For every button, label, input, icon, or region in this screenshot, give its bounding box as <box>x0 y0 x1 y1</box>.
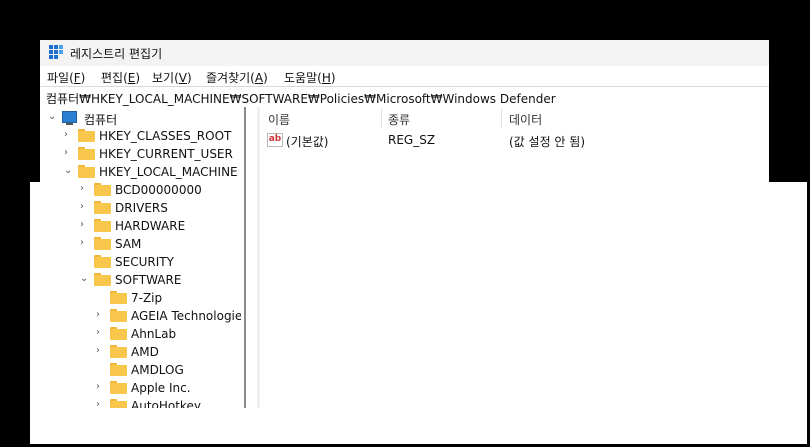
key-tree-pane: ⌄ 컴퓨터 › HKEY_CLASSES_ROOT › HKEY_CURRENT… <box>40 107 241 408</box>
tree-node[interactable]: ⌄ HKEY_LOCAL_MACHINE <box>40 163 240 181</box>
menu-edit[interactable]: 편집(E) <box>101 69 140 86</box>
computer-icon <box>62 111 77 125</box>
value-type: REG_SZ <box>388 133 436 147</box>
folder-icon <box>94 219 111 232</box>
value-row[interactable]: ab (기본값) REG_SZ (값 설정 안 됨) <box>260 131 769 149</box>
tree-scrollbar[interactable] <box>241 107 257 408</box>
tree-node[interactable]: AMDLOG <box>40 361 240 379</box>
tree-node[interactable]: › DRIVERS <box>40 199 240 217</box>
tree-node[interactable]: › AMD <box>40 343 240 361</box>
tree-node[interactable]: 7-Zip <box>40 289 240 307</box>
tree-node-label: AMDLOG <box>131 363 184 377</box>
tree-node-label: HKEY_CLASSES_ROOT <box>99 129 232 143</box>
tree-node[interactable]: › BCD00000000 <box>40 181 240 199</box>
folder-icon <box>110 345 127 358</box>
folder-icon <box>94 273 111 286</box>
folder-icon <box>94 255 111 268</box>
value-name: (기본값) <box>286 135 329 149</box>
column-divider[interactable] <box>381 109 382 127</box>
menu-favorites[interactable]: 즐겨찾기(A) <box>206 69 268 86</box>
tree-node[interactable]: › Apple Inc. <box>40 379 240 397</box>
chevron-down-icon[interactable]: ⌄ <box>80 274 90 284</box>
folder-icon <box>110 327 127 340</box>
chevron-right-icon[interactable]: › <box>96 328 106 338</box>
column-header-name[interactable]: 이름 <box>268 111 290 128</box>
chevron-right-icon[interactable]: › <box>80 220 90 230</box>
tree-node[interactable]: › SAM <box>40 235 240 253</box>
folder-icon <box>94 237 111 250</box>
tree-node[interactable]: › HARDWARE <box>40 217 240 235</box>
folder-icon <box>110 363 127 376</box>
menu-bar: 파일(F) 편집(E) 보기(V) 즐겨찾기(A) 도움말(H) <box>40 66 769 86</box>
folder-icon <box>110 381 127 394</box>
menu-help[interactable]: 도움말(H) <box>284 69 336 86</box>
title-bar[interactable]: 레지스트리 편집기 <box>40 40 769 66</box>
column-header-data[interactable]: 데이터 <box>509 111 542 128</box>
folder-icon <box>110 309 127 322</box>
chevron-right-icon[interactable]: › <box>80 238 90 248</box>
chevron-right-icon[interactable]: › <box>96 382 106 392</box>
folder-icon <box>78 129 95 142</box>
folder-icon <box>94 183 111 196</box>
registry-editor-icon <box>49 45 63 59</box>
tree-node[interactable]: › AGEIA Technologies <box>40 307 241 325</box>
tree-node-label: AutoHotkey <box>131 399 201 408</box>
chevron-right-icon[interactable]: › <box>96 400 106 409</box>
scrollbar-thumb[interactable] <box>244 107 246 408</box>
chevron-right-icon[interactable]: › <box>64 130 74 140</box>
tree-node[interactable]: › HKEY_CURRENT_USER <box>40 145 240 163</box>
tree-node[interactable]: SECURITY <box>40 253 240 271</box>
tree-node-label: AMD <box>131 345 159 359</box>
tree-node-label: SOFTWARE <box>115 273 182 287</box>
tree-node-label: BCD00000000 <box>115 183 202 197</box>
folder-icon <box>78 147 95 160</box>
tree-node-label: DRIVERS <box>115 201 168 215</box>
tree-node-label: SAM <box>115 237 142 251</box>
menu-view[interactable]: 보기(V) <box>152 69 192 86</box>
chevron-down-icon[interactable]: ⌄ <box>48 112 58 122</box>
chevron-right-icon[interactable]: › <box>80 202 90 212</box>
tree-node[interactable]: › HKEY_CLASSES_ROOT <box>40 127 240 145</box>
chevron-right-icon[interactable]: › <box>64 148 74 158</box>
column-divider[interactable] <box>501 109 502 127</box>
value-data: (값 설정 안 됨) <box>509 135 586 149</box>
chevron-right-icon[interactable]: › <box>96 346 106 356</box>
tree-node-label: AhnLab <box>131 327 177 341</box>
window-title: 레지스트리 편집기 <box>70 47 163 61</box>
tree-node-label: HKEY_LOCAL_MACHINE <box>99 165 238 179</box>
tree-node[interactable]: › AutoHotkey <box>40 397 240 408</box>
menu-file[interactable]: 파일(F) <box>47 69 85 86</box>
folder-icon <box>110 291 127 304</box>
chevron-down-icon[interactable]: ⌄ <box>64 166 74 176</box>
folder-icon <box>78 165 95 178</box>
tree-node-label: HKEY_CURRENT_USER <box>99 147 233 161</box>
tree-node[interactable]: ⌄ SOFTWARE <box>40 271 240 289</box>
folder-icon <box>94 201 111 214</box>
registry-editor-window: 레지스트리 편집기 파일(F) 편집(E) 보기(V) 즐겨찾기(A) 도움말(… <box>40 40 769 408</box>
chevron-right-icon[interactable]: › <box>80 184 90 194</box>
tree-node-label: HARDWARE <box>115 219 186 233</box>
values-list-pane: 이름 종류 데이터 ab (기본값) REG_SZ (값 설정 안 됨) <box>260 107 769 408</box>
string-value-icon: ab <box>267 133 283 147</box>
tree-node-label: AGEIA Technologies <box>131 309 241 323</box>
tree-node-computer[interactable]: ⌄ 컴퓨터 <box>40 109 240 127</box>
address-bar[interactable]: 컴퓨터₩HKEY_LOCAL_MACHINE₩SOFTWARE₩Policies… <box>40 86 769 108</box>
column-header-type[interactable]: 종류 <box>388 111 410 128</box>
tree-node[interactable]: › AhnLab <box>40 325 240 343</box>
tree-node-label: 컴퓨터 <box>84 113 118 127</box>
chevron-right-icon[interactable]: › <box>96 310 106 320</box>
tree-node-label: Apple Inc. <box>131 381 191 395</box>
tree-node-label: SECURITY <box>115 255 174 269</box>
tree-node-label: 7-Zip <box>131 291 163 305</box>
address-path[interactable]: 컴퓨터₩HKEY_LOCAL_MACHINE₩SOFTWARE₩Policies… <box>46 90 556 107</box>
folder-icon <box>110 399 127 408</box>
